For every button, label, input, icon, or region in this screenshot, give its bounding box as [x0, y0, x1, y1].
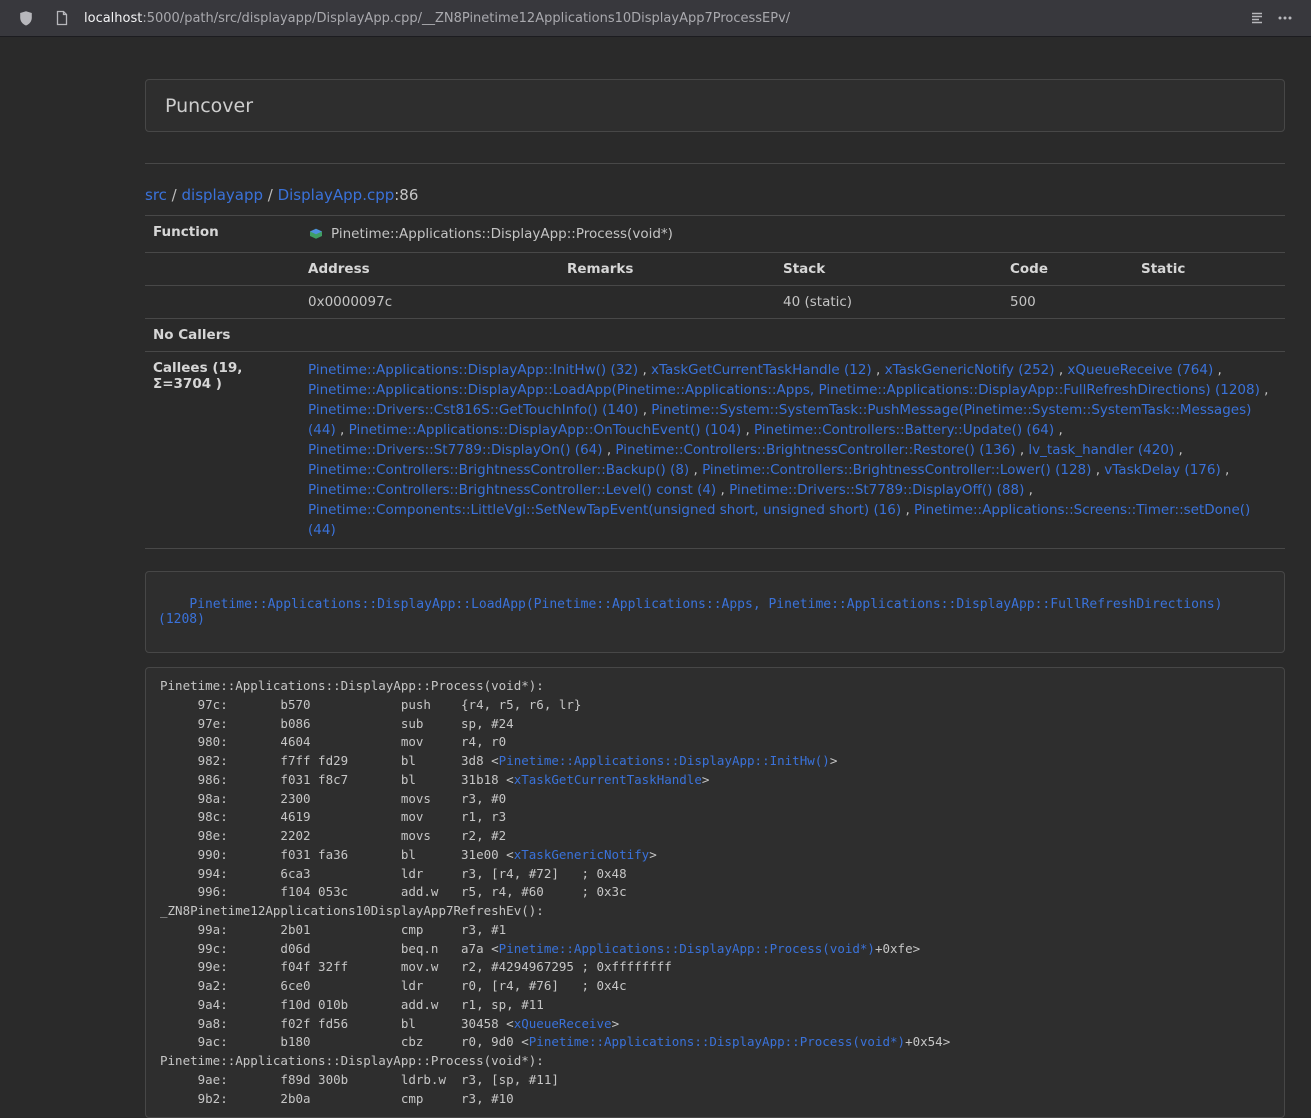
breadcrumb-separator: / — [263, 186, 278, 204]
disassembly-symbol-link[interactable]: xQueueReceive — [514, 1016, 612, 1031]
menu-dots-icon[interactable] — [1271, 4, 1299, 32]
callee-separator: , — [1055, 362, 1068, 378]
callee-link[interactable]: Pinetime::Applications::DisplayApp::Init… — [308, 362, 638, 378]
highlighted-symbol-panel: Pinetime::Applications::DisplayApp::Load… — [145, 571, 1285, 653]
no-callers-label: No Callers — [145, 319, 300, 352]
shield-icon[interactable] — [12, 4, 40, 32]
function-table: Function Pinetime::Applications::Display… — [145, 215, 1285, 549]
url-text: localhost:5000/path/src/displayapp/Displ… — [84, 11, 790, 26]
brand-link[interactable]: Puncover — [165, 95, 253, 117]
url-path: :5000/path/src/displayapp/DisplayApp.cpp… — [142, 11, 790, 26]
url-bar[interactable]: localhost:5000/path/src/displayapp/Displ… — [48, 4, 1243, 32]
callee-link[interactable]: xQueueReceive (764) — [1067, 362, 1213, 378]
callee-link[interactable]: Pinetime::Drivers::St7789::DisplayOff() … — [729, 482, 1024, 498]
url-host: localhost — [84, 11, 142, 26]
callees-row: Callees (19, Σ=3704 ) Pinetime::Applicat… — [145, 352, 1285, 549]
callee-link[interactable]: vTaskDelay (176) — [1104, 462, 1220, 478]
disassembly-symbol-link[interactable]: xTaskGenericNotify — [514, 847, 649, 862]
address-value: 0x0000097c — [300, 286, 559, 319]
callee-separator: , — [1054, 422, 1063, 438]
callee-separator: , — [741, 422, 754, 438]
col-address: Address — [300, 253, 559, 286]
breadcrumb-link[interactable]: src — [145, 186, 167, 204]
col-stack: Stack — [775, 253, 1002, 286]
callee-link[interactable]: Pinetime::Components::LittleVgl::SetNewT… — [308, 502, 901, 518]
callee-link[interactable]: Pinetime::Applications::DisplayApp::OnTo… — [349, 422, 742, 438]
callee-separator: , — [1016, 442, 1029, 458]
callee-link[interactable]: Pinetime::Applications::DisplayApp::Load… — [308, 382, 1260, 398]
callee-separator: , — [716, 482, 729, 498]
callee-separator: , — [689, 462, 702, 478]
disassembly-symbol-link[interactable]: Pinetime::Applications::DisplayApp::Init… — [499, 753, 830, 768]
table-row: 0x0000097c 40 (static) 500 — [145, 286, 1285, 319]
breadcrumb-separator: / — [167, 186, 182, 204]
callee-separator: , — [1213, 362, 1222, 378]
code-value: 500 — [1002, 286, 1133, 319]
remarks-value — [559, 286, 775, 319]
callee-separator: , — [1091, 462, 1104, 478]
callees-label: Callees (19, Σ=3704 ) — [145, 352, 300, 549]
callee-link[interactable]: Pinetime::Controllers::BrightnessControl… — [308, 482, 716, 498]
callee-separator: , — [336, 422, 349, 438]
callee-separator: , — [638, 362, 651, 378]
callee-link[interactable]: xTaskGetCurrentTaskHandle (12) — [651, 362, 872, 378]
no-callers-value — [300, 319, 1285, 352]
navbar: Puncover — [145, 79, 1285, 132]
breadcrumb-link[interactable]: DisplayApp.cpp — [278, 186, 395, 204]
disassembly: Pinetime::Applications::DisplayApp::Proc… — [145, 667, 1285, 1118]
callee-link[interactable]: Pinetime::Drivers::Cst816S::GetTouchInfo… — [308, 402, 638, 418]
callee-separator: , — [638, 402, 651, 418]
callee-link[interactable]: Pinetime::Controllers::Battery::Update()… — [754, 422, 1054, 438]
callee-separator: , — [901, 502, 914, 518]
table-header-row: Address Remarks Stack Code Static — [145, 253, 1285, 286]
breadcrumb-line-number: :86 — [394, 186, 418, 204]
callee-separator: , — [1260, 382, 1269, 398]
function-icon — [308, 224, 324, 244]
reader-view-icon[interactable] — [1243, 4, 1271, 32]
callee-separator: , — [603, 442, 616, 458]
breadcrumb-link[interactable]: displayapp — [182, 186, 264, 204]
page-container: Puncover src / displayapp / DisplayApp.c… — [145, 79, 1285, 1118]
disassembly-symbol-link[interactable]: Pinetime::Applications::DisplayApp::Proc… — [529, 1034, 905, 1049]
callee-separator: , — [1221, 462, 1230, 478]
callee-link[interactable]: Pinetime::Controllers::BrightnessControl… — [308, 462, 689, 478]
static-value — [1133, 286, 1285, 319]
stack-value: 40 (static) — [775, 286, 1002, 319]
disassembly-symbol-link[interactable]: xTaskGetCurrentTaskHandle — [514, 772, 702, 787]
callee-link[interactable]: xTaskGenericNotify (252) — [885, 362, 1055, 378]
function-name: Pinetime::Applications::DisplayApp::Proc… — [331, 226, 673, 242]
callee-link[interactable]: Pinetime::Controllers::BrightnessControl… — [615, 442, 1015, 458]
callee-separator: , — [1024, 482, 1033, 498]
function-label: Function — [145, 216, 300, 253]
divider — [145, 163, 1285, 164]
disassembly-symbol-link[interactable]: Pinetime::Applications::DisplayApp::Proc… — [499, 941, 875, 956]
page-icon — [48, 4, 76, 32]
breadcrumb: src / displayapp / DisplayApp.cpp:86 — [145, 186, 1285, 204]
highlighted-symbol-link[interactable]: Pinetime::Applications::DisplayApp::Load… — [158, 597, 1230, 627]
callee-link[interactable]: lv_task_handler (420) — [1028, 442, 1174, 458]
no-callers-row: No Callers — [145, 319, 1285, 352]
spacer-cell — [145, 253, 300, 286]
callee-separator: , — [872, 362, 885, 378]
col-static: Static — [1133, 253, 1285, 286]
col-code: Code — [1002, 253, 1133, 286]
browser-toolbar: localhost:5000/path/src/displayapp/Displ… — [0, 0, 1311, 37]
function-row: Function Pinetime::Applications::Display… — [145, 216, 1285, 253]
col-remarks: Remarks — [559, 253, 775, 286]
callees-list: Pinetime::Applications::DisplayApp::Init… — [308, 360, 1277, 540]
spacer-cell — [145, 286, 300, 319]
callee-link[interactable]: Pinetime::Drivers::St7789::DisplayOn() (… — [308, 442, 603, 458]
callee-link[interactable]: Pinetime::Controllers::BrightnessControl… — [702, 462, 1091, 478]
callee-separator: , — [1174, 442, 1183, 458]
